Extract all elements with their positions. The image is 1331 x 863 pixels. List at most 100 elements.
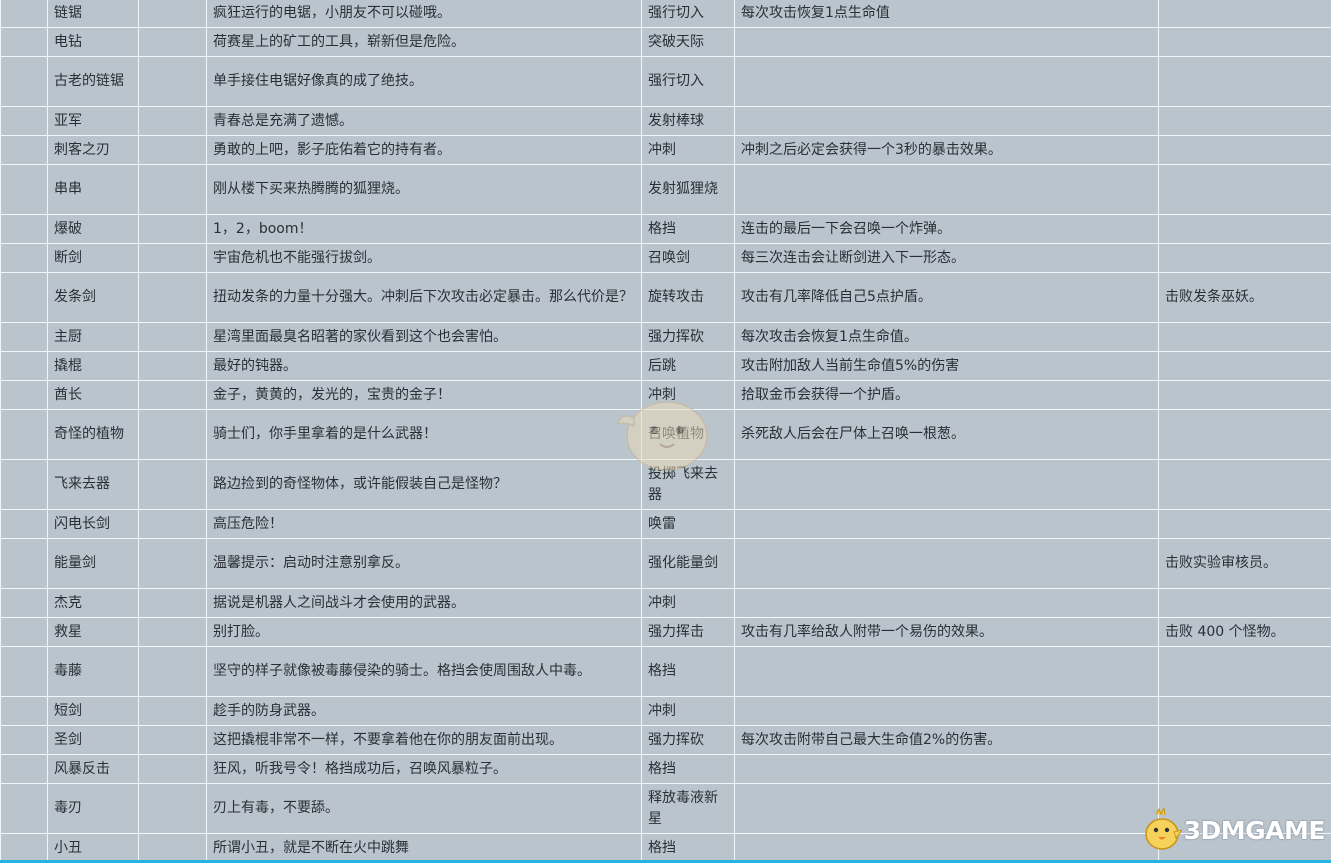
weapon-skill-cell: 唤雷 <box>641 509 735 539</box>
weapon-unlock-cell <box>1158 509 1331 539</box>
weapon-name-cell: 古老的链锯 <box>47 56 139 107</box>
weapon-description-cell: 勇敢的上吧，影子庇佑着它的持有者。 <box>206 135 642 165</box>
blank-cell <box>138 243 207 273</box>
row-index-cell <box>0 164 48 215</box>
blank-cell <box>138 459 207 510</box>
row-index-cell <box>0 754 48 784</box>
table-row: 电钻 荷赛星上的矿工的工具，崭新但是危险。 突破天际 <box>0 27 1331 57</box>
weapon-name-cell: 风暴反击 <box>47 754 139 784</box>
weapon-unlock-cell <box>1158 164 1331 215</box>
weapon-unlock-cell <box>1158 0 1331 28</box>
weapon-description-cell: 星湾里面最臭名昭著的家伙看到这个也会害怕。 <box>206 322 642 352</box>
weapon-effect-cell: 每次攻击附带自己最大生命值2%的伤害。 <box>734 725 1159 755</box>
table-row: 酋长 金子，黄黄的，发光的，宝贵的金子！ 冲刺 拾取金币会获得一个护盾。 <box>0 380 1331 410</box>
weapon-description-cell: 单手接住电锯好像真的成了绝技。 <box>206 56 642 107</box>
table-row: 风暴反击 狂风，听我号令！格挡成功后，召唤风暴粒子。 格挡 <box>0 754 1331 784</box>
row-index-cell <box>0 272 48 323</box>
weapon-effect-cell: 连击的最后一下会召唤一个炸弹。 <box>734 214 1159 244</box>
weapon-skill-cell: 强行切入 <box>641 0 735 28</box>
weapon-skill-cell: 冲刺 <box>641 135 735 165</box>
weapon-description-cell: 据说是机器人之间战斗才会使用的武器。 <box>206 588 642 618</box>
weapon-description-cell: 狂风，听我号令！格挡成功后，召唤风暴粒子。 <box>206 754 642 784</box>
blank-cell <box>138 214 207 244</box>
weapon-unlock-cell <box>1158 725 1331 755</box>
weapon-description-cell: 温馨提示：启动时注意别拿反。 <box>206 538 642 589</box>
row-index-cell <box>0 696 48 726</box>
weapon-skill-cell: 冲刺 <box>641 588 735 618</box>
blank-cell <box>138 696 207 726</box>
blank-cell <box>138 725 207 755</box>
blank-cell <box>138 164 207 215</box>
weapon-name-cell: 毒刃 <box>47 783 139 834</box>
weapon-skill-cell: 后跳 <box>641 351 735 381</box>
row-index-cell <box>0 135 48 165</box>
weapon-name-cell: 电钻 <box>47 27 139 57</box>
table-row: 古老的链锯 单手接住电锯好像真的成了绝技。 强行切入 <box>0 56 1331 107</box>
table-row: 撬棍 最好的钝器。 后跳 攻击附加敌人当前生命值5%的伤害 <box>0 351 1331 381</box>
weapon-name-cell: 毒藤 <box>47 646 139 697</box>
weapon-table: 链锯 疯狂运行的电锯，小朋友不可以碰哦。 强行切入 每次攻击恢复1点生命值 电钻 荷赛星上… <box>0 0 1331 863</box>
weapon-unlock-cell: 击败 400 个怪物。 <box>1158 617 1331 647</box>
weapon-description-cell: 坚守的样子就像被毒藤侵染的骑士。格挡会使周围敌人中毒。 <box>206 646 642 697</box>
weapon-description-cell: 扭动发条的力量十分强大。冲刺后下次攻击必定暴击。那么代价是？ <box>206 272 642 323</box>
weapon-effect-cell: 杀死敌人后会在尸体上召唤一根葱。 <box>734 409 1159 460</box>
blank-cell <box>138 380 207 410</box>
weapon-name-cell: 酋长 <box>47 380 139 410</box>
weapon-description-cell: 青春总是充满了遗憾。 <box>206 106 642 136</box>
weapon-skill-cell: 强力挥砍 <box>641 725 735 755</box>
weapon-description-cell: 路边捡到的奇怪物体，或许能假装自己是怪物？ <box>206 459 642 510</box>
weapon-description-cell: 骑士们，你手里拿着的是什么武器！ <box>206 409 642 460</box>
table-row: 小丑 所谓小丑，就是不断在火中跳舞 格挡 <box>0 833 1331 863</box>
blank-cell <box>138 617 207 647</box>
weapon-effect-cell <box>734 646 1159 697</box>
table-row: 爆破 1，2，boom！ 格挡 连击的最后一下会召唤一个炸弹。 <box>0 214 1331 244</box>
row-index-cell <box>0 459 48 510</box>
table-row: 链锯 疯狂运行的电锯，小朋友不可以碰哦。 强行切入 每次攻击恢复1点生命值 <box>0 0 1331 28</box>
row-index-cell <box>0 56 48 107</box>
weapon-skill-cell: 召唤植物 <box>641 409 735 460</box>
row-index-cell <box>0 509 48 539</box>
weapon-effect-cell: 攻击有几率降低自己5点护盾。 <box>734 272 1159 323</box>
weapon-unlock-cell <box>1158 214 1331 244</box>
weapon-skill-cell: 格挡 <box>641 214 735 244</box>
weapon-skill-cell: 格挡 <box>641 754 735 784</box>
blank-cell <box>138 135 207 165</box>
row-index-cell <box>0 833 48 863</box>
weapon-name-cell: 奇怪的植物 <box>47 409 139 460</box>
row-index-cell <box>0 27 48 57</box>
weapon-description-cell: 刚从楼下买来热腾腾的狐狸烧。 <box>206 164 642 215</box>
weapon-name-cell: 能量剑 <box>47 538 139 589</box>
weapon-unlock-cell <box>1158 322 1331 352</box>
blank-cell <box>138 322 207 352</box>
weapon-effect-cell: 每次攻击会恢复1点生命值。 <box>734 322 1159 352</box>
weapon-unlock-cell <box>1158 588 1331 618</box>
blank-cell <box>138 509 207 539</box>
blank-cell <box>138 833 207 863</box>
table-row: 杰克 据说是机器人之间战斗才会使用的武器。 冲刺 <box>0 588 1331 618</box>
weapon-skill-cell: 释放毒液新星 <box>641 783 735 834</box>
weapon-name-cell: 救星 <box>47 617 139 647</box>
weapon-skill-cell: 投掷飞来去器 <box>641 459 735 510</box>
weapon-effect-cell <box>734 106 1159 136</box>
weapon-effect-cell <box>734 509 1159 539</box>
weapon-unlock-cell <box>1158 409 1331 460</box>
weapon-skill-cell: 冲刺 <box>641 696 735 726</box>
weapon-description-cell: 高压危险！ <box>206 509 642 539</box>
weapon-name-cell: 闪电长剑 <box>47 509 139 539</box>
weapon-unlock-cell <box>1158 696 1331 726</box>
blank-cell <box>138 409 207 460</box>
table-row: 闪电长剑 高压危险！ 唤雷 <box>0 509 1331 539</box>
weapon-unlock-cell: 击败发条巫妖。 <box>1158 272 1331 323</box>
weapon-unlock-cell <box>1158 27 1331 57</box>
weapon-description-cell: 趁手的防身武器。 <box>206 696 642 726</box>
table-row: 短剑 趁手的防身武器。 冲刺 <box>0 696 1331 726</box>
weapon-skill-cell: 格挡 <box>641 833 735 863</box>
weapon-skill-cell: 强力挥砍 <box>641 322 735 352</box>
weapon-name-cell: 圣剑 <box>47 725 139 755</box>
weapon-effect-cell <box>734 833 1159 863</box>
table-row: 主厨 星湾里面最臭名昭著的家伙看到这个也会害怕。 强力挥砍 每次攻击会恢复1点生命值。 <box>0 322 1331 352</box>
row-index-cell <box>0 617 48 647</box>
row-index-cell <box>0 538 48 589</box>
table-row: 串串 刚从楼下买来热腾腾的狐狸烧。 发射狐狸烧 <box>0 164 1331 215</box>
weapon-name-cell: 断剑 <box>47 243 139 273</box>
